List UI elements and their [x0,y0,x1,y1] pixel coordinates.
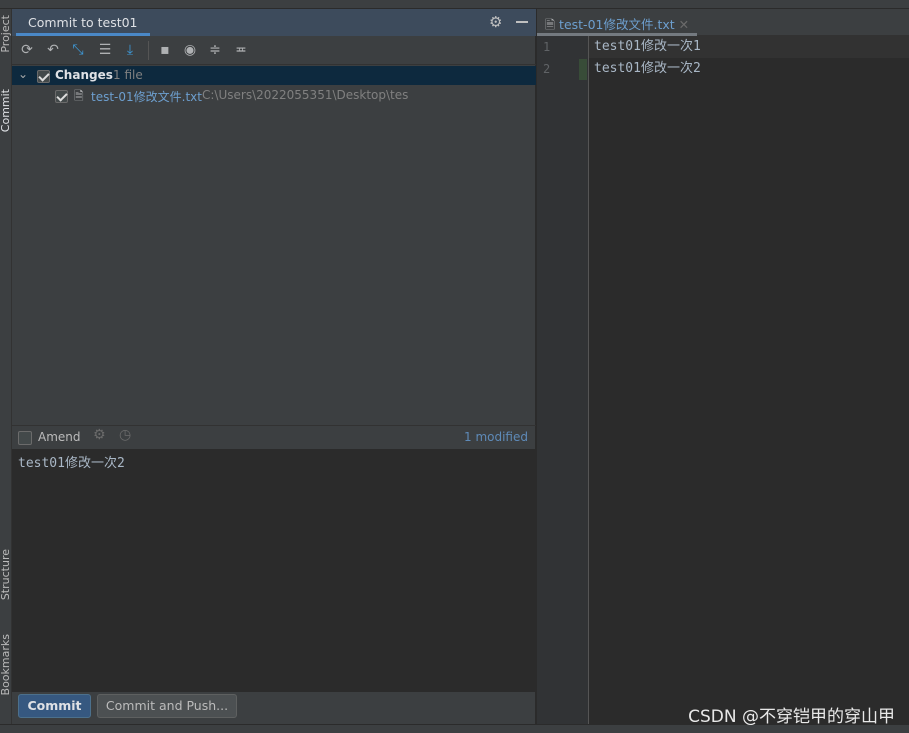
commit-button[interactable]: Commit [18,694,91,718]
amend-label[interactable]: Amend [38,430,81,444]
commit-and-push-button[interactable]: Commit and Push... [97,694,237,718]
chevron-down-icon[interactable]: ⌄ [18,67,28,81]
panel-header: Commit to test01 ⚙ [12,9,536,36]
code-line[interactable]: test01修改一次1 [589,36,909,58]
update-icon[interactable]: ⤓ [122,42,138,58]
editor-gutter: 1 2 [537,36,589,724]
view-options-icon[interactable]: ◉ [182,42,198,58]
gear-icon[interactable]: ⚙ [489,13,502,31]
file-name: test-01修改文件.txt [91,90,202,104]
minimize-icon[interactable] [516,21,528,23]
expand-all-icon[interactable]: ≑ [207,42,223,58]
shelve-icon[interactable]: ☰ [97,42,113,58]
settings-icon[interactable]: ⚙ [93,427,106,443]
text-file-icon: 🗎 [74,89,84,103]
changes-group-row[interactable]: ⌄ Changes 1 file [12,66,536,85]
group-by-icon[interactable]: ▪ [157,42,173,58]
text-file-icon: 🗎 [545,17,556,32]
close-icon[interactable]: ✕ [679,17,689,32]
amend-row: Amend ⚙ ◷ 1 modified [12,425,536,449]
watermark: CSDN @不穿铠甲的穿山甲 [688,707,895,727]
toolbar-divider [148,41,149,60]
structure-tool-button[interactable]: Structure [0,549,12,600]
diff-icon[interactable]: ⤡ [70,42,86,58]
line-number: 2 [543,62,551,76]
editor-tabs: 🗎 test-01修改文件.txt ✕ [537,9,909,36]
editor-tab-label: test-01修改文件.txt [559,17,675,32]
file-checkbox[interactable] [55,90,68,103]
left-tool-strip: Project Commit Structure Bookmarks [0,9,12,724]
amend-checkbox[interactable] [18,430,32,445]
changes-label: Changes [55,68,113,82]
change-marker [579,59,587,80]
project-tool-button[interactable]: Project [0,15,12,53]
tab-commit[interactable]: Commit to test01 [16,9,150,36]
commit-toolbar: ⟳ ↶ ⤡ ☰ ⤓ ▪ ◉ ≑ ≖ [12,36,536,65]
commit-message-input[interactable]: test01修改一次2 [12,449,536,692]
rollback-icon[interactable]: ↶ [45,42,61,58]
commit-tool-button[interactable]: Commit [0,89,12,132]
line-number: 1 [543,40,551,54]
refresh-icon[interactable]: ⟳ [19,42,35,58]
changes-count: 1 file [113,68,143,82]
bookmarks-tool-button[interactable]: Bookmarks [0,634,12,695]
tab-editor-file[interactable]: 🗎 test-01修改文件.txt ✕ [537,9,698,36]
code-line[interactable]: test01修改一次2 [589,58,909,80]
modified-link[interactable]: 1 modified [464,430,528,444]
collapse-all-icon[interactable]: ≖ [233,42,249,58]
changes-checkbox[interactable] [37,70,50,83]
history-icon[interactable]: ◷ [119,427,131,443]
commit-panel: Commit to test01 ⚙ ⟳ ↶ ⤡ ☰ ⤓ ▪ ◉ ≑ ≖ ⌄ C… [12,9,536,724]
file-row[interactable]: 🗎 test-01修改文件.txt C:\Users\2022055351\De… [12,86,536,105]
file-path: C:\Users\2022055351\Desktop\tes [202,88,409,102]
title-strip [0,0,909,9]
